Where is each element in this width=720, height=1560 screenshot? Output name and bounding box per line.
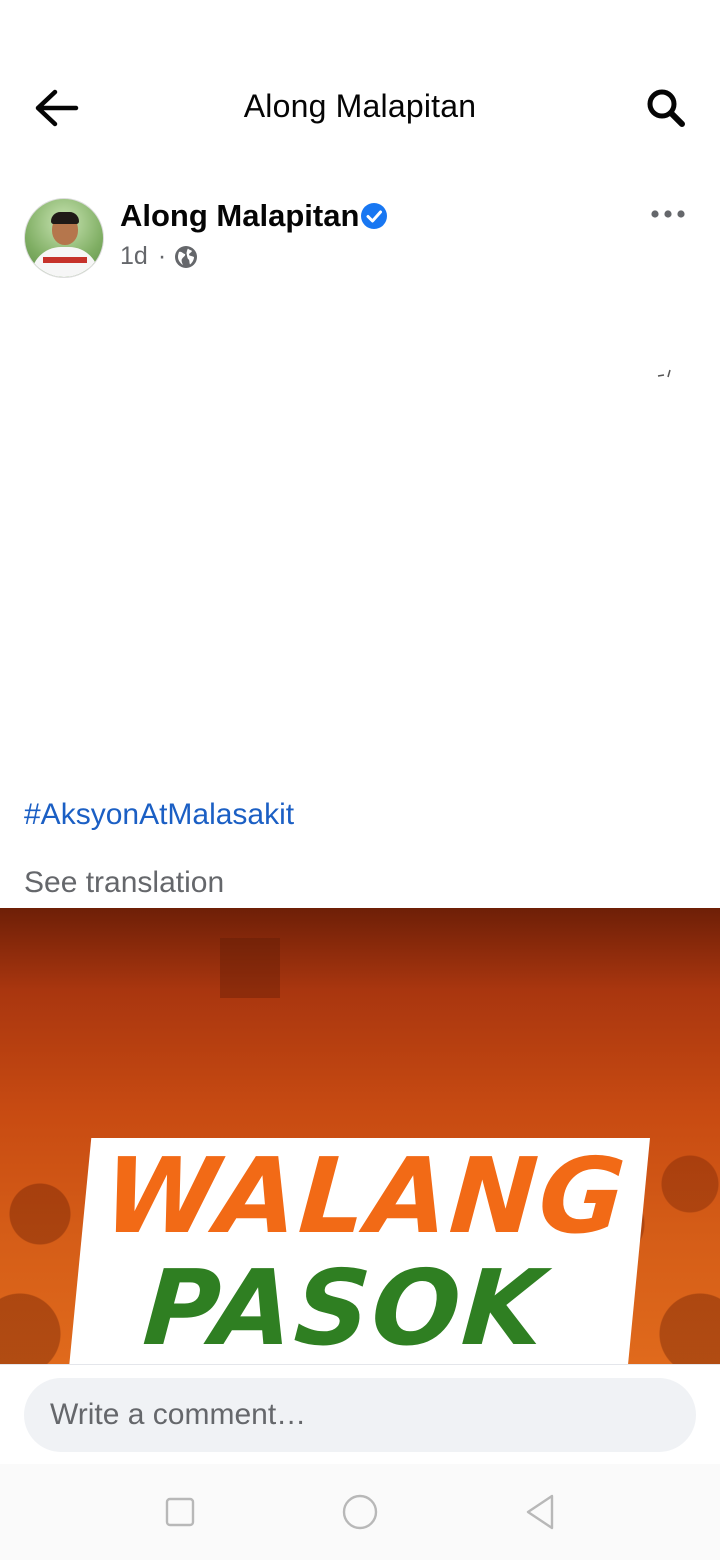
home-button[interactable] [340, 1492, 380, 1532]
more-dots-icon [651, 210, 685, 218]
search-icon [647, 89, 685, 127]
post-header: Along Malapitan 1d · [0, 196, 720, 280]
post-image[interactable]: WALANG PASOK [0, 908, 720, 1364]
system-back-button[interactable] [520, 1492, 560, 1532]
more-options-button[interactable] [646, 202, 690, 226]
system-navigation-bar [0, 1464, 720, 1560]
home-circle-icon [342, 1494, 378, 1530]
comment-bar [0, 1364, 720, 1465]
image-headline-line2: PASOK [139, 1247, 550, 1364]
recents-button[interactable] [160, 1492, 200, 1532]
meta-separator: · [157, 242, 167, 270]
post-text-area [0, 290, 720, 780]
image-headline-line1: WALANG [99, 1135, 631, 1257]
top-app-bar: Along Malapitan [0, 60, 720, 156]
recents-square-icon [165, 1497, 195, 1527]
background-structure [220, 938, 280, 998]
verified-badge-icon [361, 203, 387, 229]
avatar[interactable] [24, 198, 104, 278]
post-meta: 1d · [120, 242, 198, 271]
globe-icon [175, 245, 198, 268]
facebook-post-screen: Along Malapitan Along Malapitan 1d · #Ak… [0, 0, 720, 1560]
author-name[interactable]: Along Malapitan [120, 198, 359, 234]
search-button[interactable] [642, 84, 690, 132]
comment-input[interactable] [24, 1378, 696, 1452]
page-title: Along Malapitan [243, 88, 477, 124]
stray-mark [657, 369, 671, 378]
hashtag-link[interactable]: #AksyonAtMalasakit [24, 798, 294, 832]
see-translation-link[interactable]: See translation [24, 866, 224, 900]
post-timestamp[interactable]: 1d [120, 242, 148, 271]
back-triangle-icon [526, 1494, 554, 1530]
